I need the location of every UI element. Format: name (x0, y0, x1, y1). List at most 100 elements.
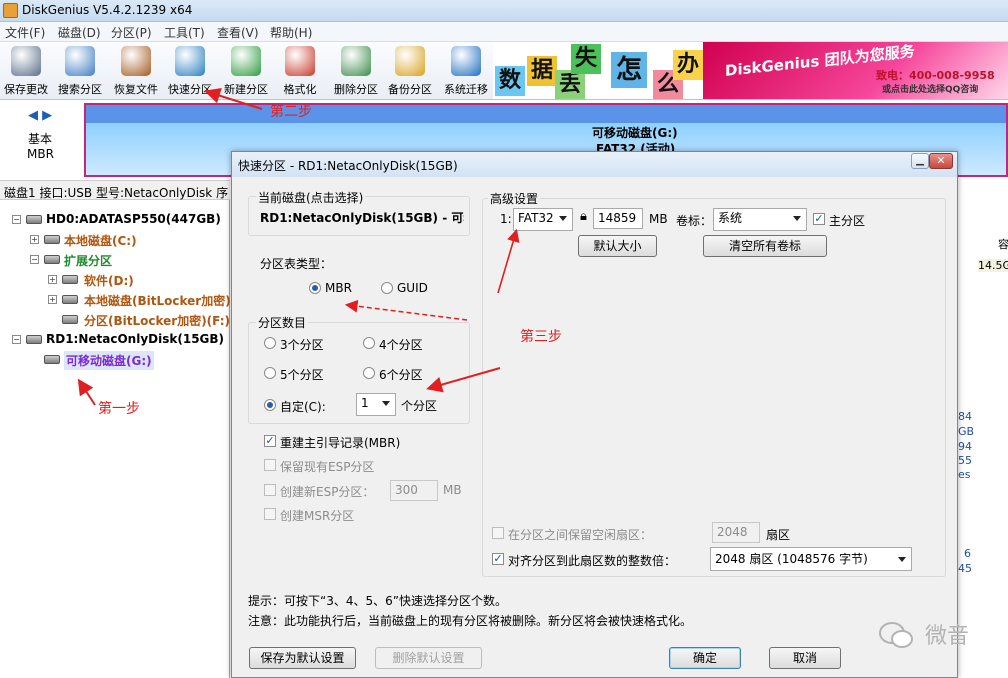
mbr-radio[interactable] (309, 282, 321, 294)
hint-text: 提示：可按下“3、4、5、6”快速选择分区个数。 (248, 594, 507, 608)
minimize-button[interactable]: ▁ (911, 153, 929, 169)
chevron-down-icon (793, 216, 801, 221)
hard-disk-icon (26, 215, 42, 224)
create-msr-checkbox[interactable] (264, 508, 276, 520)
clear-labels-button[interactable]: 清空所有卷标 (703, 235, 827, 257)
volume-label-select[interactable]: 系统 (713, 208, 807, 231)
disk-nav-arrows[interactable]: ◀ ▶ (28, 108, 52, 123)
save-default-button[interactable]: 保存为默认设置 (249, 647, 356, 669)
primary-partition-label: 主分区 (829, 214, 866, 228)
tree-item-rd1[interactable]: RD1:NetacOnlyDisk(15GB) (46, 332, 224, 346)
reserve-sectors-input[interactable]: 2048 (712, 522, 760, 543)
count-3-label: 3个分区 (280, 338, 324, 352)
current-disk-selector[interactable]: RD1:NetacOnlyDisk(15GB) - 可移i (256, 209, 464, 230)
reserve-sectors-checkbox[interactable] (492, 527, 504, 539)
toolbar-button-quick-partition[interactable]: 快速分区 (164, 44, 216, 96)
toolbar-button-delete-partition[interactable]: 删除分区 (330, 44, 382, 96)
tree-item-d[interactable]: 软件(D:) (84, 272, 134, 289)
expand-icon[interactable]: + (48, 275, 57, 284)
tree-item-extended[interactable]: 扩展分区 (64, 252, 112, 269)
keep-esp-label: 保留现有ESP分区 (280, 460, 375, 474)
toolbar-label: 保存更改 (4, 83, 48, 96)
custom-count-suffix: 个分区 (401, 399, 438, 413)
tree-item-c[interactable]: 本地磁盘(C:) (64, 232, 137, 249)
toolbar-button-recover-file[interactable]: 恢复文件 (110, 44, 162, 96)
menu-view[interactable]: 查看(V) (217, 24, 259, 41)
tree-item-f[interactable]: 分区(BitLocker加密)(F:) (84, 312, 230, 329)
custom-count-radio[interactable] (264, 399, 276, 411)
info-value: 55 (958, 454, 972, 467)
step2-label: 第二步 (270, 104, 312, 120)
toolbar-label: 新建分区 (224, 83, 268, 96)
menu-file[interactable]: 文件(F) (5, 24, 45, 41)
column-header: 容 (998, 238, 1008, 251)
partition-icon (62, 275, 78, 284)
align-checkbox[interactable]: ✓ (492, 553, 504, 565)
info-value: es (958, 468, 971, 481)
count-4-label: 4个分区 (379, 338, 423, 352)
ok-button[interactable]: 确定 (669, 647, 741, 669)
count-6-radio[interactable] (363, 367, 375, 379)
toolbar-button-save[interactable]: 保存更改 (0, 44, 52, 96)
toolbar-label: 快速分区 (168, 83, 212, 96)
align-select[interactable]: 2048 扇区 (1048576 字节) (710, 547, 912, 571)
app-icon (3, 3, 18, 18)
dialog-title: 快速分区 - RD1:NetacOnlyDisk(15GB) (238, 159, 458, 173)
close-button[interactable]: ✕ (929, 153, 953, 169)
esp-size-input[interactable]: 300 (390, 480, 438, 501)
partition-size-unit: MB (649, 212, 668, 226)
create-esp-checkbox[interactable] (264, 484, 276, 496)
menu-partition[interactable]: 分区(P) (111, 24, 152, 41)
new-partition-icon (231, 46, 261, 76)
filesystem-value: FAT32 (518, 211, 554, 225)
banner-tile: 丢 (555, 70, 585, 99)
quick-partition-dialog: 快速分区 - RD1:NetacOnlyDisk(15GB) ▁ ✕ 当前磁盘(… (231, 151, 958, 678)
recover-file-icon (121, 46, 151, 76)
expand-icon[interactable]: + (30, 235, 39, 244)
count-5-radio[interactable] (264, 367, 276, 379)
chevron-down-icon (559, 216, 567, 221)
collapse-icon[interactable]: − (12, 335, 21, 344)
partition-size-input[interactable]: 14859 (593, 208, 643, 229)
guid-radio[interactable] (381, 282, 393, 294)
count-4-radio[interactable] (363, 337, 375, 349)
toolbar-button-search-partition[interactable]: 搜索分区 (54, 44, 106, 96)
banner-qq-link[interactable]: 或点击此处选择QQ咨询 (882, 82, 978, 95)
disk-scheme-label: MBR (27, 147, 54, 161)
tree-item-bitlocker[interactable]: 本地磁盘(BitLocker加密)( (84, 292, 236, 309)
toolbar-button-format[interactable]: 格式化 (274, 44, 326, 96)
menu-tools[interactable]: 工具(T) (164, 24, 205, 41)
primary-partition-checkbox[interactable]: ✓ (813, 213, 825, 225)
default-size-button[interactable]: 默认大小 (578, 235, 657, 257)
partition-bar-name: 可移动磁盘(G:) (592, 126, 678, 140)
toolbar-button-new-partition[interactable]: 新建分区 (220, 44, 272, 96)
cancel-button[interactable]: 取消 (769, 647, 841, 669)
tree-item-g[interactable]: 可移动磁盘(G:) (64, 351, 154, 370)
count-5-label: 5个分区 (280, 368, 324, 382)
menu-help[interactable]: 帮助(H) (270, 24, 312, 41)
custom-count-select[interactable]: 1 (356, 393, 396, 416)
filesystem-select[interactable]: FAT32 (513, 208, 573, 231)
collapse-icon[interactable]: − (30, 255, 39, 264)
save-icon (11, 46, 41, 76)
keep-esp-checkbox[interactable] (264, 459, 276, 471)
mbr-label: MBR (325, 281, 352, 295)
rebuild-mbr-checkbox[interactable]: ✓ (264, 435, 276, 447)
collapse-icon[interactable]: − (12, 215, 21, 224)
tree-item-hd0[interactable]: HD0:ADATASP550(447GB) (46, 212, 221, 226)
menu-bar: 文件(F) 磁盘(D) 分区(P) 工具(T) 查看(V) 帮助(H) (0, 22, 1008, 42)
partition-icon (44, 235, 60, 244)
count-3-radio[interactable] (264, 337, 276, 349)
expand-icon[interactable]: + (48, 295, 57, 304)
delete-default-button[interactable]: 删除默认设置 (375, 647, 482, 669)
info-value: 6 (964, 547, 971, 560)
reserve-sectors-unit: 扇区 (766, 528, 791, 542)
menu-disk[interactable]: 磁盘(D) (58, 24, 101, 41)
info-value: 45 (958, 562, 972, 575)
toolbar-button-backup-partition[interactable]: 备份分区 (384, 44, 436, 96)
toolbar-button-system-migrate[interactable]: 系统迁移 (440, 44, 492, 96)
info-value: 84 (958, 410, 972, 423)
lock-icon[interactable]: 🔒︎ (580, 209, 587, 224)
align-label: 对齐分区到此扇区数的整数倍： (508, 554, 677, 568)
banner-phone: 致电：400-008-9958 (876, 69, 995, 82)
